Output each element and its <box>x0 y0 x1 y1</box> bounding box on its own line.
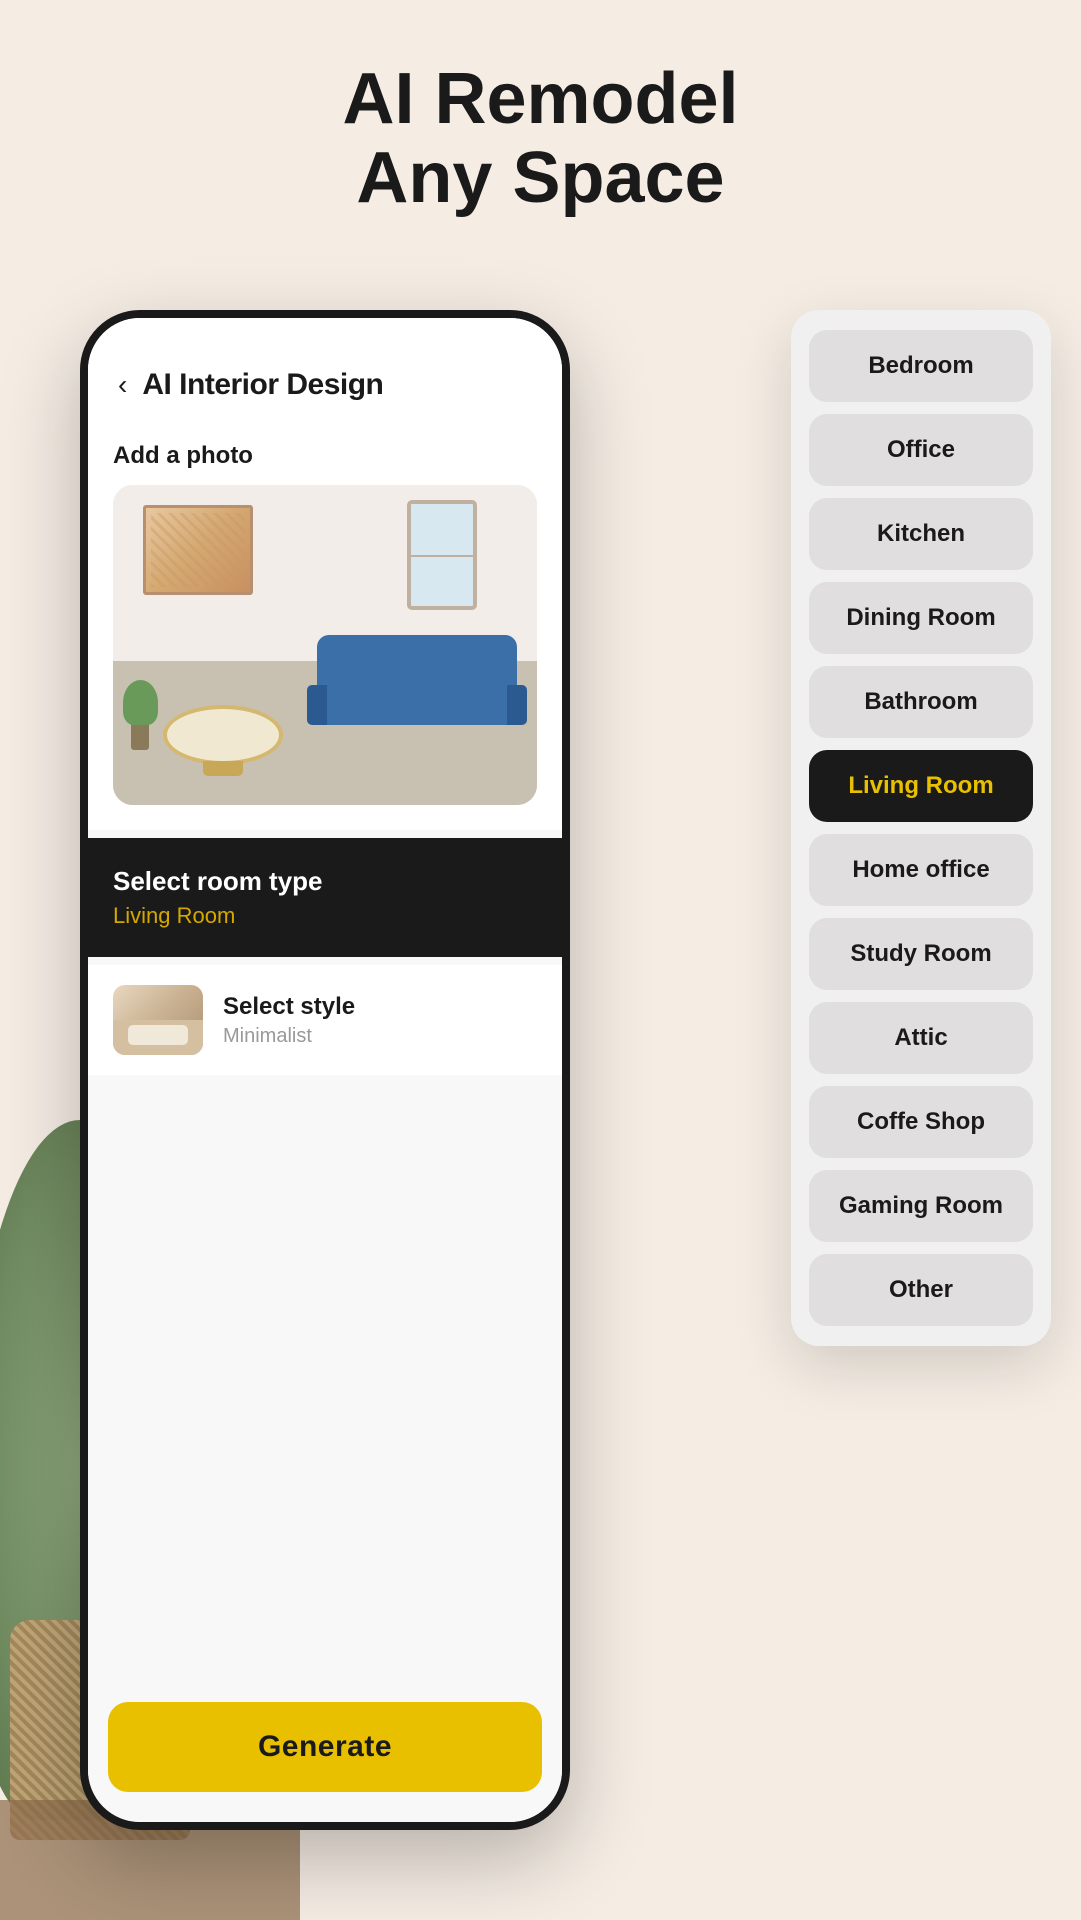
select-style-section[interactable]: Select style Minimalist <box>88 965 562 1075</box>
room-type-dropdown: Bedroom Office Kitchen Dining Room Bathroom L… <box>791 310 1051 1346</box>
room-option-home-office[interactable]: Home office <box>809 834 1033 906</box>
room-option-kitchen[interactable]: Kitchen <box>809 498 1033 570</box>
room-window <box>407 500 477 610</box>
room-option-study-room[interactable]: Study Room <box>809 918 1033 990</box>
select-room-section[interactable]: Select room type Living Room <box>88 838 562 957</box>
phone-frame: ‹ AI Interior Design Add a photo <box>80 310 570 1830</box>
select-room-title: Select room type <box>113 866 537 897</box>
generate-section: Generate <box>108 1702 542 1792</box>
style-value: Minimalist <box>223 1025 537 1048</box>
phone-inner: ‹ AI Interior Design Add a photo <box>88 318 562 1822</box>
room-option-other[interactable]: Other <box>809 1254 1033 1326</box>
room-artwork <box>143 505 253 595</box>
phone-header: ‹ AI Interior Design <box>88 318 562 422</box>
style-title: Select style <box>223 993 537 1021</box>
room-option-dining-room[interactable]: Dining Room <box>809 582 1033 654</box>
room-sofa <box>317 635 517 725</box>
room-option-gaming-room[interactable]: Gaming Room <box>809 1170 1033 1242</box>
room-option-attic[interactable]: Attic <box>809 1002 1033 1074</box>
page-title: AI Remodel Any Space <box>0 60 1081 218</box>
room-option-coffe-shop[interactable]: Coffe Shop <box>809 1086 1033 1158</box>
select-room-value: Living Room <box>113 903 537 929</box>
add-photo-label: Add a photo <box>113 442 537 470</box>
room-option-living-room[interactable]: Living Room <box>809 750 1033 822</box>
room-illustration <box>113 485 537 805</box>
style-info: Select style Minimalist <box>223 993 537 1048</box>
phone-mockup: ‹ AI Interior Design Add a photo <box>80 310 570 1830</box>
room-option-office[interactable]: Office <box>809 414 1033 486</box>
photo-preview[interactable] <box>113 485 537 805</box>
phone-screen-title: AI Interior Design <box>142 368 383 402</box>
room-option-bedroom[interactable]: Bedroom <box>809 330 1033 402</box>
style-thumbnail <box>113 985 203 1055</box>
back-arrow-icon[interactable]: ‹ <box>118 369 127 401</box>
room-option-bathroom[interactable]: Bathroom <box>809 666 1033 738</box>
page-title-section: AI Remodel Any Space <box>0 60 1081 218</box>
add-photo-section: Add a photo <box>88 422 562 830</box>
room-table <box>163 705 283 765</box>
generate-button[interactable]: Generate <box>108 1702 542 1792</box>
room-plant <box>123 680 158 750</box>
